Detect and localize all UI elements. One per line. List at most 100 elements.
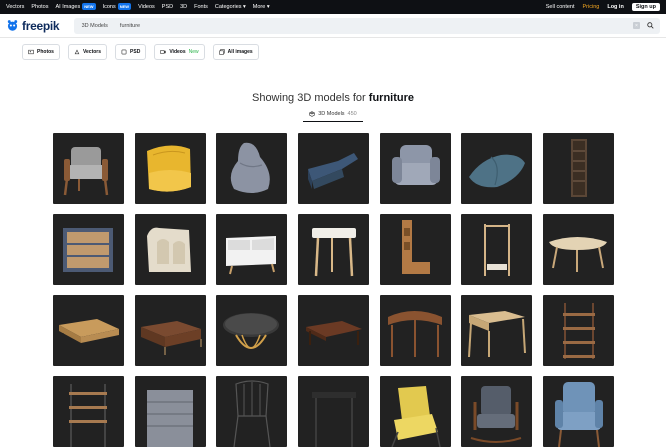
tab-count: 450 bbox=[347, 111, 357, 117]
coffee-table-thumbnail bbox=[306, 321, 363, 345]
cube-icon bbox=[309, 111, 315, 117]
nav-ai-images[interactable]: AI Images NEW bbox=[55, 3, 96, 10]
tv-stand-thumbnail bbox=[59, 319, 119, 343]
result-card[interactable] bbox=[53, 295, 124, 366]
result-card[interactable] bbox=[379, 295, 451, 366]
result-card[interactable] bbox=[379, 133, 451, 204]
result-card[interactable] bbox=[53, 214, 124, 285]
video-icon bbox=[160, 50, 167, 54]
result-card[interactable] bbox=[134, 133, 206, 204]
vector-icon bbox=[74, 49, 80, 55]
chest-of-drawers-thumbnail bbox=[146, 390, 193, 447]
storage-box-thumbnail bbox=[226, 236, 277, 275]
nav-more[interactable]: More ▾ bbox=[253, 4, 270, 10]
nav-psd[interactable]: PSD bbox=[162, 4, 173, 10]
freepik-logo-icon bbox=[7, 20, 18, 31]
nav-photos[interactable]: Photos bbox=[31, 4, 48, 10]
floor-cushion-thumbnail bbox=[469, 154, 526, 188]
freepik-logo[interactable]: freepik bbox=[6, 19, 66, 33]
photo-icon bbox=[28, 49, 34, 55]
tall-bookshelf-thumbnail bbox=[571, 139, 588, 197]
result-card[interactable] bbox=[134, 376, 206, 447]
results-heading: Showing 3D models for furniture bbox=[251, 92, 415, 104]
kidney-table-thumbnail bbox=[549, 237, 608, 272]
new-badge: NEW bbox=[82, 3, 96, 10]
result-card[interactable] bbox=[543, 376, 615, 447]
search-category-select[interactable]: 3D Models bbox=[74, 23, 120, 29]
filter-photos[interactable]: Photos bbox=[22, 44, 60, 60]
new-label: New bbox=[188, 49, 199, 55]
result-card[interactable] bbox=[298, 376, 370, 447]
wooden-console-thumbnail bbox=[468, 311, 527, 358]
filter-videos[interactable]: Videos New bbox=[154, 44, 205, 60]
console-table-thumbnail bbox=[387, 311, 442, 357]
filter-vectors[interactable]: Vectors bbox=[67, 44, 108, 60]
side-table-thumbnail bbox=[312, 228, 357, 277]
clear-search-icon[interactable]: × bbox=[633, 22, 640, 29]
search-bar[interactable]: 3D Models furniture × bbox=[73, 17, 660, 34]
ladder-shelf-thumbnail bbox=[563, 303, 596, 359]
result-card[interactable] bbox=[543, 295, 615, 366]
result-card[interactable] bbox=[216, 295, 288, 366]
metal-shelf-thumbnail bbox=[69, 384, 107, 447]
dresser-thumbnail bbox=[140, 321, 202, 355]
results-grid bbox=[53, 133, 615, 447]
psd-icon bbox=[121, 49, 127, 55]
magazine-rack-thumbnail bbox=[146, 227, 191, 272]
pricing-link[interactable]: Pricing bbox=[583, 4, 600, 10]
result-card[interactable] bbox=[461, 214, 533, 285]
result-card[interactable] bbox=[379, 214, 451, 285]
sell-content-link[interactable]: Sell content bbox=[546, 4, 575, 10]
black-table-thumbnail bbox=[312, 392, 357, 447]
rocking-chair-thumbnail bbox=[471, 386, 522, 443]
result-card[interactable] bbox=[298, 133, 370, 204]
yellow-lounge-chair-thumbnail bbox=[391, 386, 441, 447]
result-card[interactable] bbox=[461, 133, 533, 204]
result-card[interactable] bbox=[379, 376, 451, 447]
logo-text: freepik bbox=[22, 18, 60, 33]
l-shelf-thumbnail bbox=[401, 220, 430, 274]
filter-psd[interactable]: PSD bbox=[115, 44, 147, 60]
nav-fonts[interactable]: Fonts bbox=[194, 4, 208, 10]
result-card[interactable] bbox=[543, 214, 615, 285]
result-card[interactable] bbox=[298, 214, 370, 285]
result-card[interactable] bbox=[53, 376, 124, 447]
nav-videos[interactable]: Videos bbox=[138, 4, 155, 10]
tab-3d-models[interactable]: 3D Models 450 bbox=[303, 111, 363, 122]
filter-all-images[interactable]: All images bbox=[212, 44, 259, 60]
wingback-chair-thumbnail bbox=[555, 382, 604, 447]
asset-type-filters: Photos Vectors PSD Videos New All images bbox=[0, 38, 666, 64]
search-input[interactable]: furniture bbox=[120, 23, 140, 29]
result-card[interactable] bbox=[53, 133, 124, 204]
blue-cabinet-thumbnail bbox=[63, 228, 113, 272]
result-card[interactable] bbox=[216, 376, 288, 447]
bean-bag-thumbnail bbox=[231, 142, 271, 193]
top-nav-links: Vectors Photos AI Images NEW Icons NEW Vid… bbox=[6, 3, 270, 10]
search-icon[interactable] bbox=[647, 22, 654, 29]
result-card[interactable] bbox=[216, 133, 288, 204]
coat-rack-thumbnail bbox=[484, 224, 511, 276]
header: freepik 3D Models furniture × bbox=[0, 14, 666, 38]
new-badge: NEW bbox=[117, 3, 132, 10]
nav-categories[interactable]: Categories ▾ bbox=[215, 4, 246, 10]
upholstered-chair-thumbnail bbox=[391, 145, 440, 185]
nav-vectors[interactable]: Vectors bbox=[6, 4, 24, 10]
login-link[interactable]: Log in bbox=[607, 4, 624, 10]
signup-button[interactable]: Sign up bbox=[631, 3, 660, 11]
images-icon bbox=[218, 49, 225, 55]
result-card[interactable] bbox=[134, 214, 206, 285]
result-card[interactable] bbox=[543, 133, 615, 204]
result-card[interactable] bbox=[134, 295, 206, 366]
result-card[interactable] bbox=[461, 295, 533, 366]
armchair-thumbnail bbox=[63, 147, 109, 196]
wire-chair-thumbnail bbox=[233, 380, 271, 447]
result-card[interactable] bbox=[461, 376, 533, 447]
nav-3d[interactable]: 3D bbox=[180, 4, 187, 10]
results-query: furniture bbox=[368, 92, 415, 104]
top-navigation-bar: Vectors Photos AI Images NEW Icons NEW Vid… bbox=[0, 0, 666, 14]
chaise-lounge-thumbnail bbox=[308, 153, 359, 189]
nav-icons[interactable]: Icons NEW bbox=[103, 3, 132, 10]
round-coffee-table-thumbnail bbox=[223, 313, 280, 349]
result-card[interactable] bbox=[298, 295, 370, 366]
result-card[interactable] bbox=[216, 214, 288, 285]
